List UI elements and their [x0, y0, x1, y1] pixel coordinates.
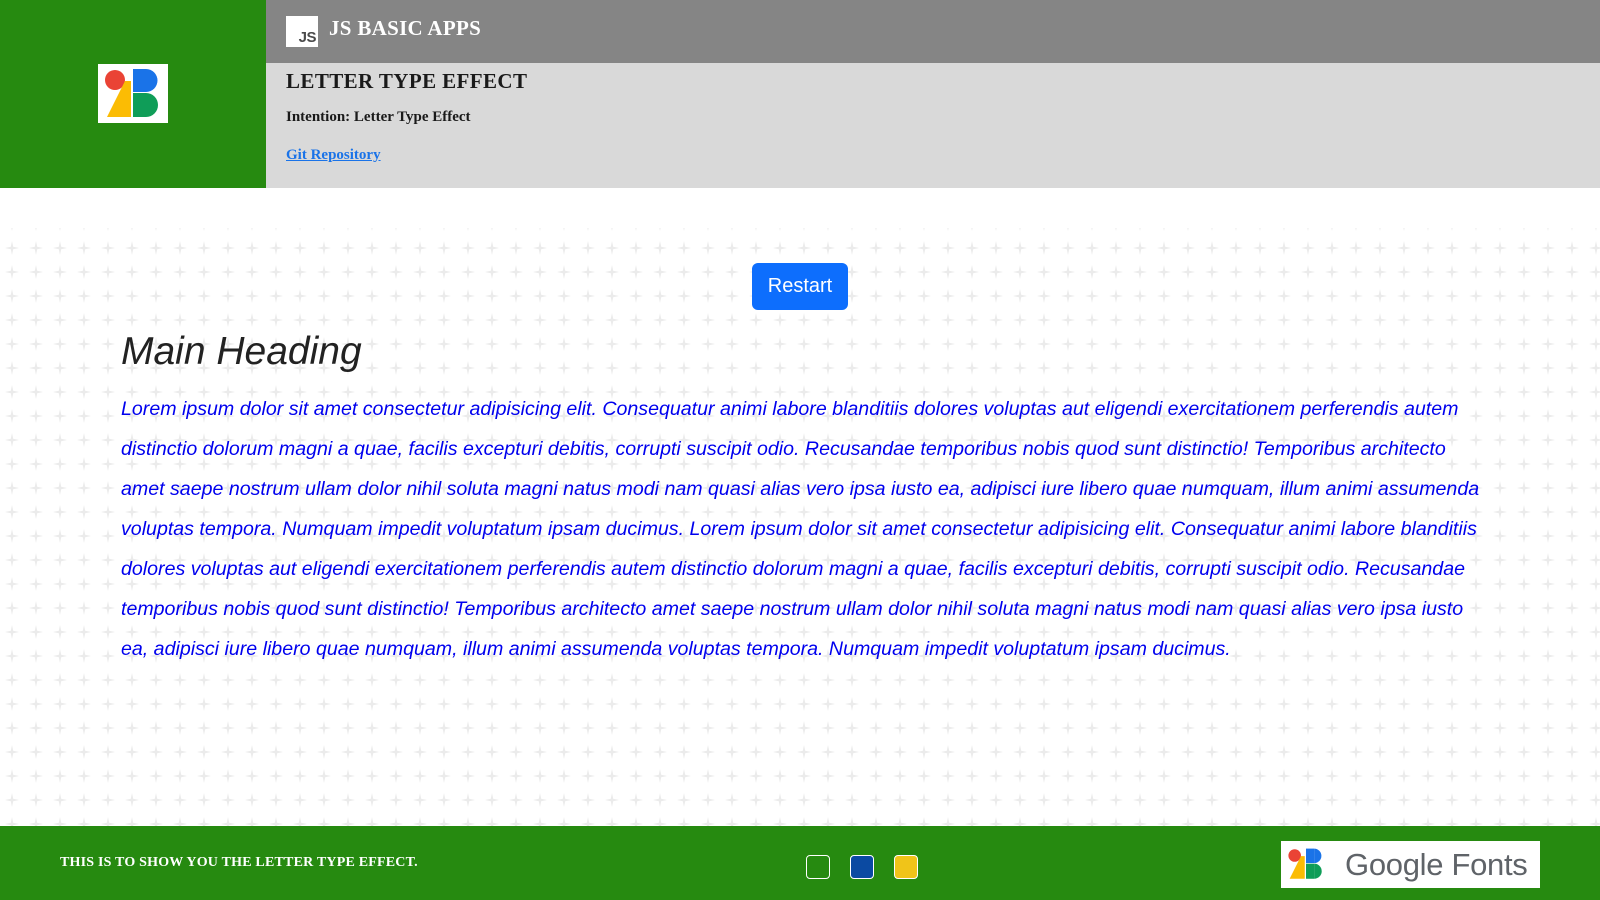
color-swatch-blue[interactable] — [850, 855, 874, 879]
intention-text: Intention: Letter Type Effect — [286, 109, 471, 125]
page-title: LETTER TYPE EFFECT — [286, 69, 528, 93]
restart-button[interactable]: Restart — [752, 263, 848, 310]
git-repository-link[interactable]: Git Repository — [286, 147, 381, 164]
logo-panel — [0, 0, 266, 188]
app-title: JS BASIC APPS — [329, 16, 482, 40]
effect-paragraph: Lorem ipsum dolor sit amet consectetur a… — [121, 398, 1480, 660]
info-bar: LETTER TYPE EFFECT Intention: Letter Typ… — [266, 63, 1600, 188]
google-fonts-logo-icon — [98, 64, 168, 123]
color-swatch-green[interactable] — [806, 855, 830, 879]
footer-text: THIS IS TO SHOW YOU THE LETTER TYPE EFFE… — [60, 855, 418, 870]
main-heading: Main Heading — [121, 330, 362, 373]
footer: THIS IS TO SHOW YOU THE LETTER TYPE EFFE… — [0, 826, 1600, 900]
color-swatch-yellow[interactable] — [894, 855, 918, 879]
js-icon: JS — [286, 16, 318, 47]
google-fonts-label: Google Fonts — [1345, 847, 1528, 882]
google-fonts-small-logo-icon — [1288, 848, 1322, 879]
js-badge-label: JS — [298, 29, 317, 46]
google-fonts-badge[interactable]: Google Fonts — [1281, 841, 1540, 888]
top-bar: JS JS BASIC APPS — [266, 0, 1600, 63]
